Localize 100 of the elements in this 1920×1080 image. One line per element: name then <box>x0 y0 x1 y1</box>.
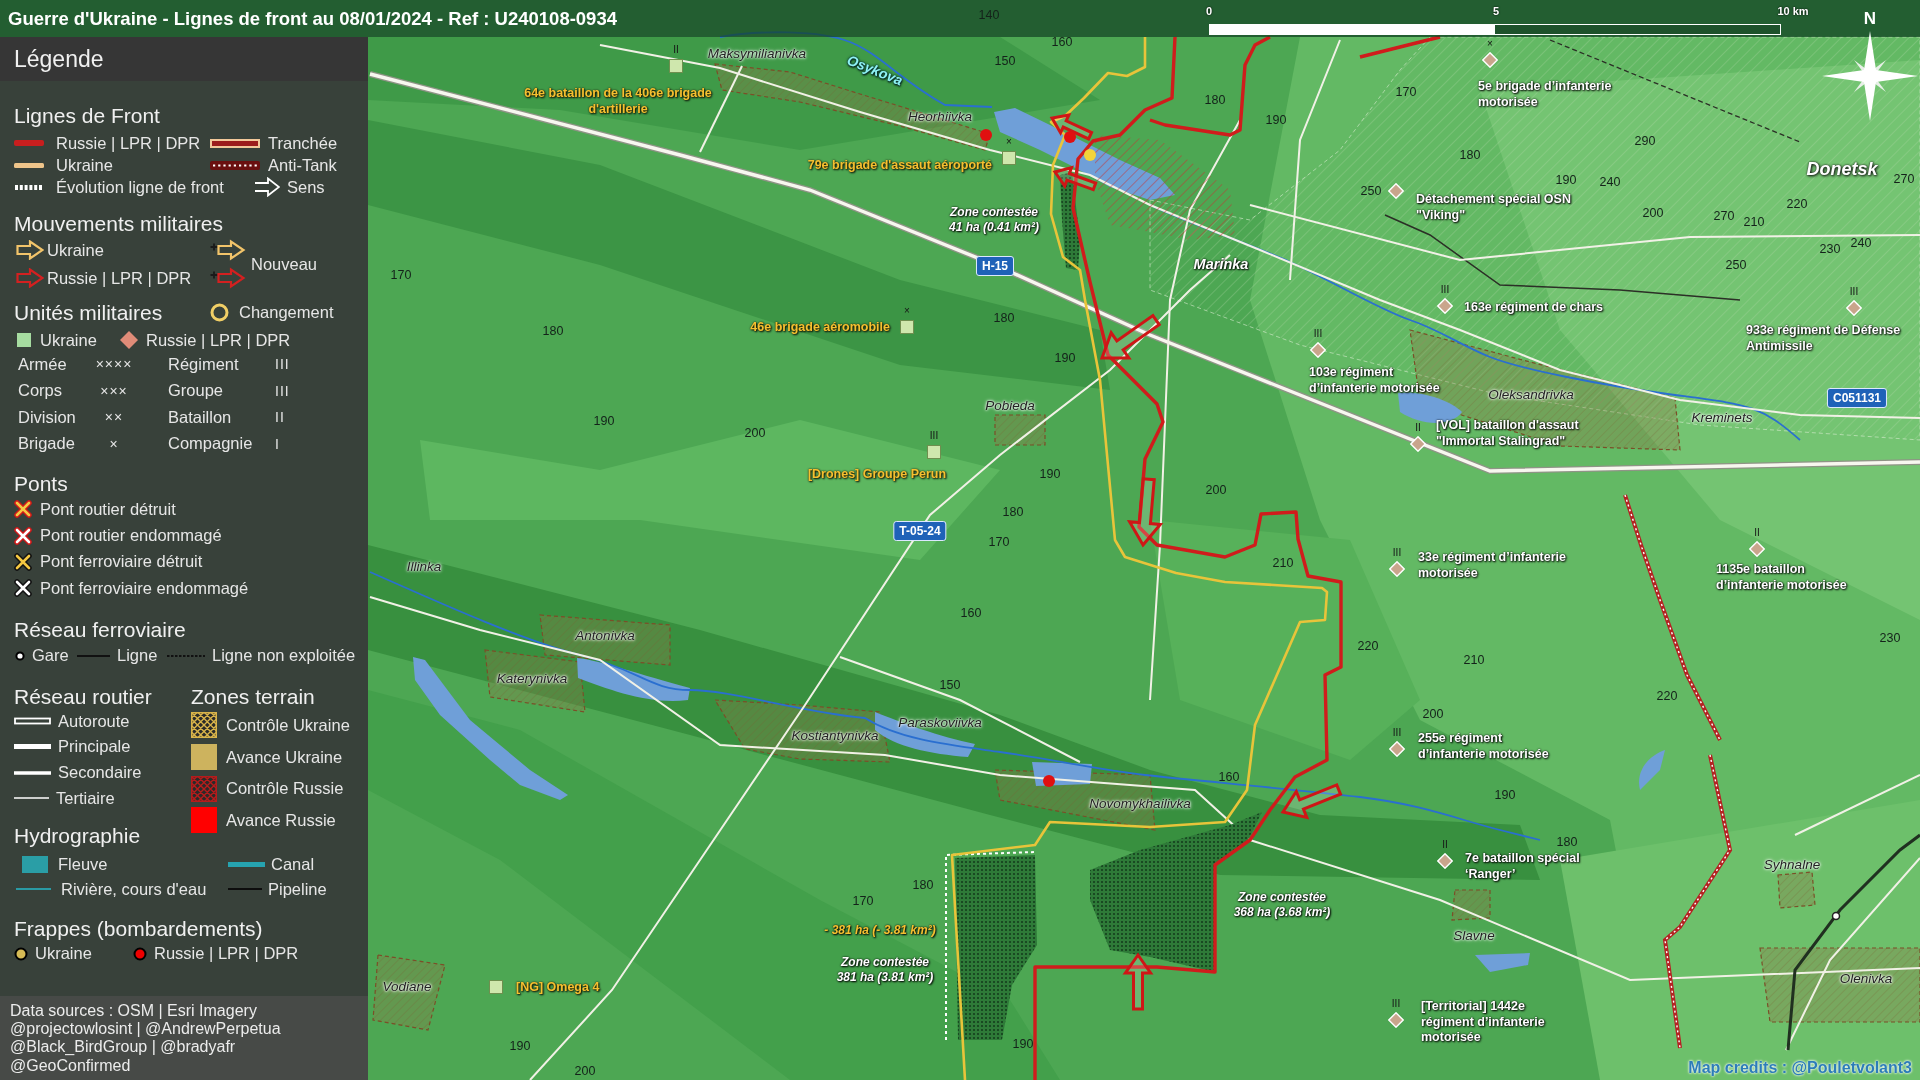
legend-label: Armée <box>18 354 67 374</box>
elevation-label: 270 <box>1713 209 1735 223</box>
unit-label: 163e régiment de chars <box>1464 300 1603 316</box>
road-number-label: T-05-24 <box>893 521 947 541</box>
trench-icon <box>210 138 260 148</box>
unit-label: 64e bataillon de la 406e brigade d'artillerie <box>524 86 712 117</box>
unit-label: 1135e bataillon d’infanterie motorisée <box>1716 562 1847 593</box>
village-label: Katerynivka <box>496 670 568 686</box>
elevation-label: 240 <box>1850 236 1872 250</box>
legend-label: Pont routier détruit <box>40 499 176 519</box>
legend-label: Russie | LPR | DPR <box>47 268 192 288</box>
village-label: Kostiantynivka <box>791 727 879 743</box>
unit-marker-icon <box>1389 741 1405 757</box>
echelon-label: × <box>1487 39 1493 49</box>
unit-label: 5e brigade d’infanterie motorisée <box>1478 79 1612 110</box>
elevation-label: 200 <box>1205 483 1227 497</box>
unit-label: Détachement spécial OSN "Viking" <box>1416 192 1571 223</box>
contested-zone-label: Zone contestée 41 ha (0.41 km²) <box>949 205 1039 235</box>
elevation-label: 180 <box>542 324 564 338</box>
echelon-symbol: III <box>275 356 290 373</box>
legend-title: Légende <box>14 45 104 73</box>
echelon-label: III <box>1392 728 1402 738</box>
elevation-label: 150 <box>994 54 1016 68</box>
elevation-label: 150 <box>939 678 961 692</box>
source-credit: @GeoConfirmed <box>10 1056 132 1075</box>
legend-heading: Mouvements militaires <box>14 212 224 235</box>
village-area <box>1451 889 1491 921</box>
source-credit: @Black_BirdGroup | @bradyafr <box>10 1038 237 1057</box>
legend-heading: Ponts <box>14 472 69 495</box>
legend-label: Division <box>18 407 76 427</box>
elevation-label: 230 <box>1819 242 1841 256</box>
legend-heading: Zones terrain <box>191 684 316 708</box>
legend-heading: Hydrographie <box>14 823 142 847</box>
legend-label: Groupe <box>167 381 224 401</box>
elevation-label: 210 <box>1272 556 1294 570</box>
legend-label: Anti-Tank <box>268 155 337 175</box>
unit-marker-icon <box>1389 561 1405 577</box>
elevation-label: 210 <box>1743 215 1765 229</box>
stream-line-icon <box>16 888 51 891</box>
unit-marker-icon <box>1388 183 1404 199</box>
elevation-label: 180 <box>1556 835 1578 849</box>
legend-label: Évolution ligne de front <box>56 177 224 197</box>
legend-label: Nouveau <box>251 254 318 274</box>
scale-label: 10 km <box>1777 4 1809 18</box>
canal-line-icon <box>228 861 265 867</box>
elevation-label: 190 <box>1494 788 1516 802</box>
elevation-label: 170 <box>988 535 1010 549</box>
echelon-label: II <box>1415 423 1421 433</box>
thin-line-icon <box>14 797 49 800</box>
elevation-label: 170 <box>852 894 874 908</box>
rail-line-icon <box>77 653 110 658</box>
legend-heading: Lignes de Front <box>14 104 161 127</box>
contested-zone-label: Zone contestée 368 ha (3.68 km²) <box>1233 890 1331 920</box>
city-label: Donetsk <box>1806 158 1878 180</box>
elevation-label: 250 <box>1725 258 1747 272</box>
dashed-line-icon <box>167 653 205 658</box>
elevation-label: 140 <box>978 8 1000 22</box>
legend-label: Pont routier endommagé <box>40 526 222 546</box>
station-icon <box>15 650 25 661</box>
echelon-label: × <box>904 306 910 316</box>
attack-arrow <box>1052 165 1098 192</box>
legend-label: Ukraine <box>40 330 97 350</box>
legend-label: Pont ferroviaire endommagé <box>40 578 249 598</box>
unit-marker-icon <box>1846 300 1862 316</box>
elevation-label: 190 <box>1054 351 1076 365</box>
elevation-label: 290 <box>1634 134 1656 148</box>
legend-label: Contrôle Russie <box>226 779 344 799</box>
unit-label: 7e bataillon spécial ‘Ranger’ <box>1465 851 1580 882</box>
elevation-label: 180 <box>1204 93 1226 107</box>
attack-arrow <box>1049 113 1094 141</box>
unit-label: 103e régiment d’infanterie motorisée <box>1309 365 1440 396</box>
legend-label: Gare <box>32 646 69 666</box>
legend-heading: Frappes (bombardements) <box>14 916 264 940</box>
village-label: Oleksandrivka <box>1488 386 1574 402</box>
elevation-label: 200 <box>574 1064 596 1078</box>
unit-label: 255e régiment d’infanterie motorisée <box>1418 731 1549 762</box>
echelon-label: III <box>1392 548 1402 558</box>
attack-arrow <box>1280 782 1343 820</box>
station-icon <box>1831 911 1841 921</box>
village-label: Slavne <box>1453 927 1495 943</box>
village-label: Syhnalne <box>1763 856 1821 872</box>
legend-label: Tertiaire <box>56 788 115 808</box>
thick-line-icon <box>14 744 51 750</box>
echelon-label: III <box>1849 287 1859 297</box>
scale-label: 0 <box>1205 4 1213 18</box>
unit-marker-icon <box>1482 52 1498 68</box>
legend-heading: Unités militaires <box>14 301 164 324</box>
echelon-label: III <box>929 431 939 441</box>
echelon-symbol: × <box>109 435 119 452</box>
legend-label: Fleuve <box>58 854 108 874</box>
map-credits: Map credits : @Pouletvolant3 <box>1688 1059 1912 1077</box>
map-title: Guerre d'Ukraine - Lignes de front au 08/01/2024 - Ref : U240108-0934 <box>8 7 617 30</box>
attack-arrow <box>1099 313 1162 360</box>
village-label: Antonivka <box>575 627 635 643</box>
contested-zone-label: Zone contestée 381 ha (3.81 km²) <box>836 955 934 985</box>
elevation-label: 190 <box>509 1039 531 1053</box>
unit-marker-icon <box>1001 150 1017 166</box>
north-label: N <box>1863 10 1877 28</box>
lake <box>1475 953 1530 972</box>
village-label: Novomykhailivka <box>1089 795 1191 811</box>
